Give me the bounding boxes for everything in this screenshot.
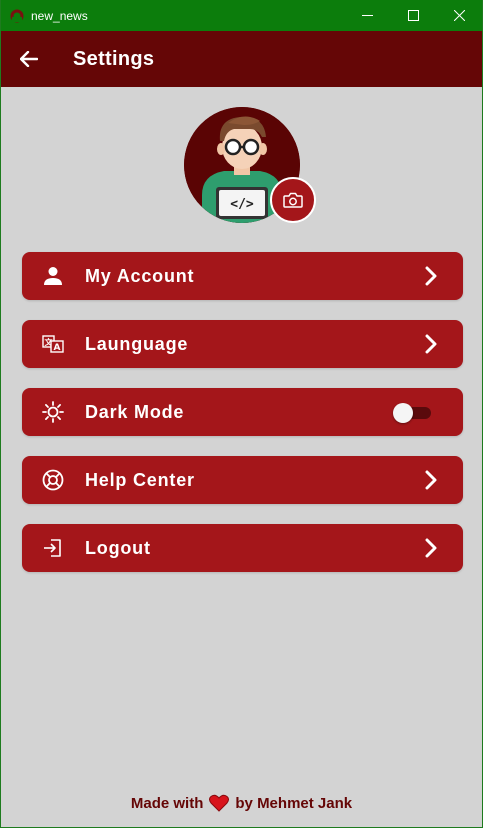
translate-icon: 文 A	[42, 333, 64, 355]
maximize-button[interactable]	[390, 0, 436, 31]
window-title: new_news	[31, 8, 88, 23]
minimize-button[interactable]	[344, 0, 390, 31]
menu-item-label: Launguage	[85, 333, 189, 354]
profile-avatar-section: </>	[184, 107, 316, 225]
menu-item-logout[interactable]: Logout	[22, 524, 463, 572]
footer-credit: Made with by Mehmet Jank	[1, 794, 482, 812]
heart-icon	[209, 794, 230, 812]
app-window: new_news Settings </> My Account 文 A Lau…	[1, 0, 482, 827]
svg-text:</>: </>	[230, 197, 254, 212]
person-icon	[42, 265, 64, 287]
window-titlebar: new_news	[1, 0, 482, 31]
minimize-icon	[361, 15, 373, 16]
logout-icon	[42, 537, 64, 559]
app-bar: Settings	[1, 31, 482, 87]
page-title: Settings	[73, 47, 155, 70]
menu-item-language[interactable]: 文 A Launguage	[22, 320, 463, 368]
footer-suffix: by Mehmet Jank	[235, 794, 353, 812]
menu-item-label: My Account	[85, 265, 195, 286]
menu-item-label: Help Center	[85, 469, 195, 490]
toggle-thumb	[393, 403, 413, 423]
lifebuoy-icon	[42, 469, 64, 491]
chevron-right-icon	[421, 536, 441, 560]
arrow-left-icon	[20, 51, 38, 67]
back-button[interactable]	[1, 31, 57, 87]
maximize-icon	[407, 10, 419, 21]
settings-menu: My Account 文 A Launguage Dark Mode Help …	[22, 252, 463, 592]
menu-item-label: Dark Mode	[85, 401, 185, 422]
footer-prefix: Made with	[130, 794, 204, 812]
sun-icon	[42, 401, 64, 423]
menu-item-label: Logout	[85, 537, 151, 558]
chevron-right-icon	[421, 468, 441, 492]
menu-item-help-center[interactable]: Help Center	[22, 456, 463, 504]
chevron-right-icon	[421, 264, 441, 288]
change-photo-button[interactable]	[270, 177, 316, 223]
close-window-button[interactable]	[436, 0, 482, 31]
svg-text:A: A	[54, 343, 61, 353]
app-icon	[9, 8, 25, 24]
close-icon	[453, 10, 465, 21]
camera-icon	[283, 192, 303, 208]
chevron-right-icon	[421, 332, 441, 356]
menu-item-dark-mode: Dark Mode	[22, 388, 463, 436]
dark-mode-toggle[interactable]	[393, 403, 431, 423]
menu-item-my-account[interactable]: My Account	[22, 252, 463, 300]
